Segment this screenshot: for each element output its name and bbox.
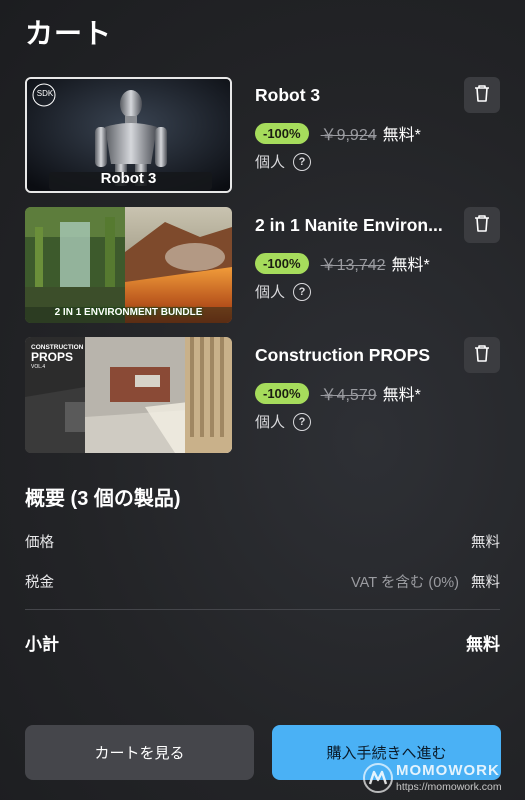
cart-item-robot-3: SDK Robot 3 Robot 3 -100% ￥9,924 無料* 個人 …	[25, 77, 501, 193]
discount-badge: -100%	[255, 382, 309, 404]
remove-item-button[interactable]	[464, 207, 500, 243]
product-thumbnail[interactable]: 2 IN 1 ENVIRONMENT BUNDLE	[25, 207, 232, 323]
license-label: 個人 ?	[255, 151, 312, 172]
trash-icon	[473, 83, 491, 108]
subtotal-label: 小計	[25, 635, 59, 654]
help-icon[interactable]: ?	[293, 152, 312, 171]
sale-price: 無料*	[391, 257, 430, 274]
sale-price: 無料*	[382, 127, 421, 144]
help-icon[interactable]: ?	[293, 282, 312, 301]
thumb-volume: VOL.4	[31, 364, 46, 370]
product-thumbnail[interactable]: CONSTRUCTION PROPS VOL.4	[25, 337, 232, 453]
subtotal-row: 小計 無料	[25, 630, 500, 655]
summary-divider	[25, 609, 500, 610]
thumb-caption: 2 IN 1 ENVIRONMENT BUNDLE	[54, 307, 203, 318]
thumb-logo: SDK	[36, 89, 54, 98]
price-row: -100% ￥4,579 無料*	[255, 381, 421, 405]
sale-price: 無料*	[382, 387, 421, 404]
summary-title: 概要 (3 個の製品)	[25, 488, 181, 510]
license-type: 個人	[255, 284, 286, 301]
watermark-url: https://momowork.com	[396, 781, 502, 793]
watermark: MOMOWORK https://momowork.com	[362, 760, 522, 796]
discount-badge: -100%	[255, 122, 309, 144]
remove-item-button[interactable]	[464, 77, 500, 113]
remove-item-button[interactable]	[464, 337, 500, 373]
thumb-caption: Robot 3	[100, 170, 157, 187]
trash-icon	[473, 213, 491, 238]
subtotal-value: 無料	[466, 635, 500, 654]
help-icon[interactable]: ?	[293, 412, 312, 431]
item-name[interactable]: Robot 3	[255, 85, 455, 106]
item-name[interactable]: Construction PROPS	[255, 345, 455, 366]
product-thumbnail[interactable]: SDK Robot 3	[25, 77, 232, 193]
license-type: 個人	[255, 154, 286, 171]
license-type: 個人	[255, 414, 286, 431]
original-price: ￥13,742	[320, 257, 386, 274]
original-price: ￥4,579	[320, 387, 377, 404]
original-price: ￥9,924	[320, 127, 377, 144]
discount-badge: -100%	[255, 252, 309, 274]
tax-summary-row: 税金 VAT を含む (0%) 無料	[25, 571, 500, 592]
tax-value: 無料	[471, 575, 500, 591]
price-row: -100% ￥13,742 無料*	[255, 251, 430, 275]
cart-item-nanite-environment: 2 IN 1 ENVIRONMENT BUNDLE 2 in 1 Nanite …	[25, 207, 501, 323]
momowork-logo-icon	[362, 762, 394, 794]
item-name[interactable]: 2 in 1 Nanite Environ...	[255, 215, 455, 236]
tax-note: VAT を含む (0%)	[351, 575, 459, 591]
cart-item-construction-props: CONSTRUCTION PROPS VOL.4 Construction PR…	[25, 337, 501, 453]
price-label: 価格	[25, 535, 54, 551]
tax-label: 税金	[25, 575, 54, 591]
tax-right: VAT を含む (0%) 無料	[351, 571, 500, 592]
page-title: カート	[25, 18, 113, 49]
price-value: 無料	[471, 535, 500, 551]
trash-icon	[473, 343, 491, 368]
watermark-brand: MOMOWORK	[396, 762, 500, 779]
license-label: 個人 ?	[255, 281, 312, 302]
thumb-title-2: PROPS	[31, 350, 74, 364]
license-label: 個人 ?	[255, 411, 312, 432]
price-row: -100% ￥9,924 無料*	[255, 121, 421, 145]
view-cart-button[interactable]: カートを見る	[25, 725, 254, 780]
price-summary-row: 価格 無料	[25, 531, 500, 552]
